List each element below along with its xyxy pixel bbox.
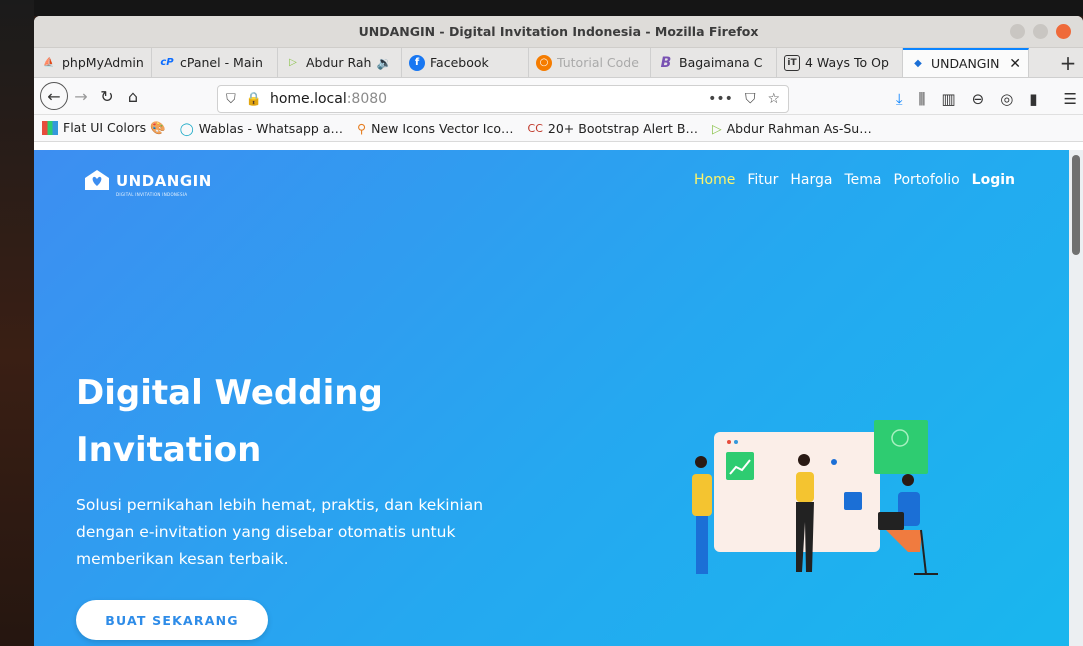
insecure-lock-icon[interactable]: 🔒 — [246, 92, 262, 107]
tab-label: Facebook — [430, 55, 489, 70]
site-logo[interactable]: UNDANGIN DIGITAL INVITATION INDONESIA — [82, 168, 212, 197]
hamburger-menu-icon[interactable]: ☰ — [1064, 90, 1077, 108]
hero-title-line-1: Digital Wedding — [76, 373, 383, 413]
nav-home[interactable]: Home — [694, 172, 735, 188]
play-icon: ▷ — [711, 120, 722, 136]
window-title: UNDANGIN - Digital Invitation Indonesia … — [358, 24, 759, 39]
firefox-window: UNDANGIN - Digital Invitation Indonesia … — [34, 16, 1083, 646]
download-icon[interactable]: ⤓ — [896, 90, 903, 108]
tab-cpanel[interactable]: cP cPanel - Main — [152, 48, 278, 77]
scrollbar-thumb[interactable] — [1072, 155, 1080, 255]
tab-phpmyadmin[interactable]: ⛵ phpMyAdmin — [34, 48, 152, 77]
hero-subtitle: Solusi pernikahan lebih hemat, praktis, … — [76, 496, 484, 568]
nav-portofolio[interactable]: Portofolio — [894, 172, 960, 188]
bookmark-label: Abdur Rahman As-Su… — [726, 120, 872, 136]
bookmarks-toolbar: Flat UI Colors 🎨 ◯ Wablas - Whatsapp a… … — [34, 115, 1083, 142]
hero-illustration — [692, 420, 938, 575]
desktop-background — [0, 0, 34, 646]
facebook-icon: f — [409, 54, 425, 71]
library-icon[interactable]: ⫼ — [919, 90, 926, 108]
new-tab-button[interactable]: + — [1053, 48, 1083, 77]
tab-label: phpMyAdmin — [62, 55, 144, 70]
bookmark-wablas[interactable]: ◯ Wablas - Whatsapp a… — [180, 121, 343, 136]
reload-button[interactable]: ↻ — [94, 83, 120, 109]
speaker-icon[interactable]: 🔉 — [376, 55, 392, 71]
hero-title-line-2: Invitation — [76, 430, 262, 470]
tab-label: Bagaimana C — [679, 55, 763, 70]
tab-label: UNDANGIN — [931, 56, 1000, 71]
nav-login[interactable]: Login — [972, 172, 1015, 188]
bookmark-flat-ui[interactable]: Flat UI Colors 🎨 — [42, 120, 166, 136]
title-bar: UNDANGIN - Digital Invitation Indonesia … — [34, 16, 1083, 48]
tab-4-ways[interactable]: iT 4 Ways To Op — [777, 48, 903, 77]
bookmark-label: Wablas - Whatsapp a… — [198, 120, 343, 136]
bookmark-star-icon[interactable]: ☆ — [767, 91, 780, 107]
desktop-top-panel — [0, 0, 1083, 16]
close-tab-icon[interactable]: ✕ — [1009, 56, 1021, 72]
buat-sekarang-button[interactable]: BUAT SEKARANG — [76, 600, 268, 640]
bootstrap-alert-icon: CC — [527, 121, 543, 135]
maximize-button[interactable] — [1033, 24, 1048, 39]
brand-tagline: DIGITAL INVITATION INDONESIA — [116, 192, 188, 197]
tab-undangin[interactable]: ◆ UNDANGIN ✕ — [903, 48, 1029, 77]
shield-icon[interactable]: ⛉ — [226, 92, 236, 107]
toolbar-icons: ⤓ ⫼ ▥ ⊖ ◎ ▮ ☰ — [896, 85, 1077, 113]
bookmark-new-icons[interactable]: ⚲ New Icons Vector Ico… — [357, 121, 514, 136]
tab-strip: ⛵ phpMyAdmin cP cPanel - Main ▷ Abdur Ra… — [34, 48, 1083, 78]
bookmark-label: Flat UI Colors 🎨 — [63, 120, 166, 135]
pocket-icon[interactable]: ⛉ — [745, 91, 756, 107]
site-nav: Home Fitur Harga Tema Portofolio Login — [694, 172, 1015, 188]
icons-vector-icon: ⚲ — [356, 120, 367, 136]
hero-title: Digital Wedding Invitation — [76, 365, 383, 479]
wablas-icon: ◯ — [179, 120, 194, 136]
account-icon[interactable]: ⊖ — [972, 90, 985, 108]
minimize-button[interactable] — [1010, 24, 1025, 39]
tab-label: Tutorial Code — [557, 55, 639, 70]
tutorial-icon: ○ — [536, 54, 552, 71]
url-port: :8080 — [346, 91, 388, 107]
play-icon: ▷ — [289, 57, 297, 68]
sidebar-icon[interactable]: ▥ — [941, 90, 955, 108]
tab-facebook[interactable]: f Facebook — [402, 48, 529, 77]
nav-tema[interactable]: Tema — [844, 172, 881, 188]
undangin-icon: ◆ — [914, 58, 922, 69]
close-window-button[interactable] — [1056, 24, 1071, 39]
bookmark-abdur-rahman[interactable]: ▷ Abdur Rahman As-Su… — [712, 121, 872, 136]
tab-bagaimana[interactable]: B Bagaimana C — [651, 48, 777, 77]
tab-tutorial-code[interactable]: ○ Tutorial Code — [529, 48, 651, 77]
undangin-logo-icon — [85, 170, 109, 190]
bootstrap-icon: B — [660, 54, 672, 71]
page-actions-icon[interactable]: ••• — [708, 91, 733, 107]
phpmyadmin-icon: ⛵ — [43, 57, 55, 68]
web-page: UNDANGIN DIGITAL INVITATION INDONESIA Ho… — [34, 150, 1083, 646]
bookmark-label: New Icons Vector Ico… — [371, 120, 514, 136]
flatui-icon — [42, 121, 58, 135]
brand-name: UNDANGIN — [116, 172, 212, 190]
tab-label: 4 Ways To Op — [805, 55, 889, 70]
url-host: home.local — [269, 91, 347, 107]
bookmark-label: 20+ Bootstrap Alert B… — [547, 120, 698, 136]
home-button[interactable]: ⌂ — [120, 83, 146, 109]
cpanel-icon: cP — [160, 57, 174, 68]
it-icon: iT — [784, 54, 800, 71]
page-scrollbar[interactable] — [1069, 150, 1083, 646]
tab-label: Abdur Rah — [306, 55, 372, 70]
window-controls — [1010, 24, 1071, 39]
url-bar[interactable]: ⛉ 🔒 home.local:8080 ••• ⛉ ☆ — [217, 85, 789, 113]
extension-dark-icon[interactable]: ▮ — [1029, 90, 1037, 108]
tab-label: cPanel - Main — [180, 55, 263, 70]
extension-icon[interactable]: ◎ — [1000, 90, 1013, 108]
nav-fitur[interactable]: Fitur — [747, 172, 778, 188]
tab-abdur-rahman[interactable]: ▷ Abdur Rah 🔉 — [278, 48, 402, 77]
back-button[interactable]: ← — [40, 82, 68, 110]
forward-button[interactable]: → — [68, 83, 94, 109]
nav-harga[interactable]: Harga — [790, 172, 832, 188]
bookmark-bootstrap-alert[interactable]: CC 20+ Bootstrap Alert B… — [528, 121, 698, 136]
